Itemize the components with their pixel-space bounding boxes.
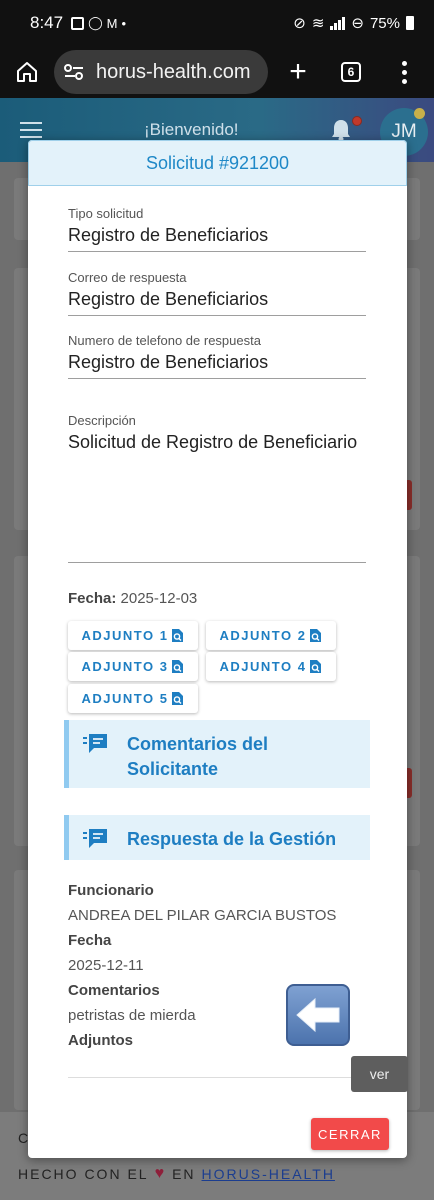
field-label: Correo de respuesta <box>68 270 187 285</box>
divider <box>68 1077 366 1078</box>
battery-icon <box>406 16 414 30</box>
mail-icon: M <box>106 15 118 31</box>
comments-label: Comentarios <box>68 982 160 999</box>
field-label: Numero de telefono de respuesta <box>68 333 261 348</box>
image-icon <box>71 16 85 30</box>
notification-badge <box>352 116 362 126</box>
status-time: 8:47 <box>30 13 64 32</box>
heart-icon: ♥ <box>154 1165 167 1182</box>
url-text: horus-health.com <box>96 60 251 83</box>
attachment-label: ADJUNTO 2 <box>219 628 307 643</box>
section-comentarios-solicitante[interactable]: Comentarios del Solicitante <box>64 720 370 788</box>
comments-icon <box>83 827 109 856</box>
attachment-button-2[interactable]: ADJUNTO 2 <box>206 621 336 650</box>
funcionario-label: Funcionario <box>68 882 154 899</box>
field-value: Registro de Beneficiarios <box>68 289 269 309</box>
dnd-icon: ⊖ <box>351 15 364 32</box>
home-icon[interactable] <box>0 60 54 84</box>
field-value: Registro de Beneficiarios <box>68 225 269 245</box>
site-settings-icon[interactable] <box>64 63 84 81</box>
dot-icon: • <box>121 15 127 31</box>
field-correo-respuesta: Correo de respuesta Registro de Benefici… <box>68 270 366 316</box>
modal-title: Solicitud #921200 <box>145 152 290 173</box>
adjuntos-label: Adjuntos <box>68 1032 133 1049</box>
footer-en: EN <box>172 1166 196 1182</box>
request-date: Fecha: 2025-12-03 <box>68 590 197 607</box>
field-label: Tipo solicitud <box>68 206 144 221</box>
battery-level: 75% <box>369 14 400 32</box>
section-title: Comentarios del Solicitante <box>127 734 269 779</box>
attachment-button-4[interactable]: ADJUNTO 4 <box>206 652 336 681</box>
avatar-status-dot <box>414 108 425 119</box>
footer-partial-text: C <box>18 1130 29 1146</box>
whatsapp-icon: ◯ <box>88 15 103 30</box>
attachment-label: ADJUNTO 3 <box>81 659 169 674</box>
funcionario-value: ANDREA DEL PILAR GARCIA BUSTOS <box>68 907 337 924</box>
wifi-icon: ≋ <box>311 15 325 32</box>
document-search-icon <box>171 659 184 674</box>
browser-toolbar: horus-health.com + 6 <box>0 46 434 98</box>
browser-menu-icon[interactable] <box>374 60 434 84</box>
attachment-button-5[interactable]: ADJUNTO 5 <box>68 684 198 713</box>
field-label: Descripción <box>68 413 136 428</box>
footer-made-with: HECHO CON EL <box>18 1166 149 1182</box>
date-value: 2025-12-03 <box>120 590 198 607</box>
request-modal: Solicitud #921200 Tipo solicitud Registr… <box>28 140 407 1158</box>
welcome-text: ¡Bienvenido! <box>144 120 239 139</box>
footer-credit: HECHO CON EL ♥ EN HORUS-HEALTH <box>18 1165 335 1183</box>
signal-icon <box>330 16 346 30</box>
field-tipo-solicitud: Tipo solicitud Registro de Beneficiarios <box>68 206 366 252</box>
date-label: Fecha: <box>68 590 117 607</box>
document-search-icon <box>309 628 322 643</box>
modal-title-bar: Solicitud #921200 <box>28 140 407 186</box>
response-date-value: 2025-12-11 <box>68 957 144 974</box>
field-descripcion: Descripción Solicitud de Registro de Ben… <box>68 413 366 563</box>
close-button[interactable]: CERRAR <box>311 1118 389 1150</box>
attachment-label: ADJUNTO 4 <box>219 659 307 674</box>
address-bar[interactable]: horus-health.com <box>54 50 268 94</box>
field-telefono-respuesta: Numero de telefono de respuesta Registro… <box>68 333 366 379</box>
tab-switcher-button[interactable]: 6 <box>328 62 374 82</box>
mute-icon: ⊘ <box>293 15 306 32</box>
comments-icon <box>83 732 109 761</box>
tab-count: 6 <box>341 62 361 82</box>
document-search-icon <box>309 659 322 674</box>
response-date-label: Fecha <box>68 932 112 949</box>
left-arrow-emoji-icon <box>286 984 350 1046</box>
status-bar: 8:47 ◯ M • ⊘ ≋ ⊖ 75% <box>0 0 434 46</box>
attachment-button-1[interactable]: ADJUNTO 1 <box>68 621 198 650</box>
attachment-button-3[interactable]: ADJUNTO 3 <box>68 652 198 681</box>
footer-link[interactable]: HORUS-HEALTH <box>202 1166 335 1182</box>
new-tab-button[interactable]: + <box>268 55 328 89</box>
field-value: Solicitud de Registro de Beneficiario <box>68 432 358 452</box>
section-title: Respuesta de la Gestión <box>127 829 337 849</box>
field-value: Registro de Beneficiarios <box>68 352 269 372</box>
attachment-label: ADJUNTO 5 <box>81 691 169 706</box>
section-respuesta-gestion[interactable]: Respuesta de la Gestión <box>64 815 370 860</box>
attachment-label: ADJUNTO 1 <box>81 628 169 643</box>
document-search-icon <box>171 691 184 706</box>
notification-icons: ◯ M • <box>71 15 126 31</box>
comments-value: petristas de mierda <box>68 1007 196 1024</box>
document-search-icon <box>171 628 184 643</box>
ver-button[interactable]: ver <box>351 1056 408 1092</box>
